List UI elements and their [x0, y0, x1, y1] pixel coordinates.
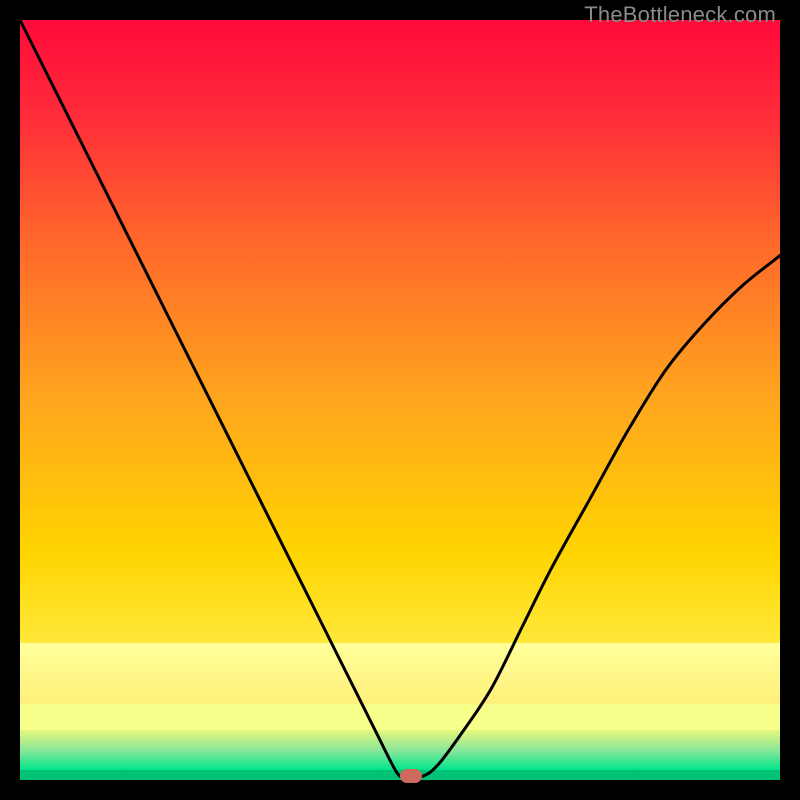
bottleneck-chart: [20, 20, 780, 780]
chart-frame: [20, 20, 780, 780]
green-band: [20, 730, 780, 770]
gradient-background: [20, 20, 780, 780]
optimal-point-marker: [400, 769, 422, 783]
watermark-text: TheBottleneck.com: [584, 2, 776, 28]
